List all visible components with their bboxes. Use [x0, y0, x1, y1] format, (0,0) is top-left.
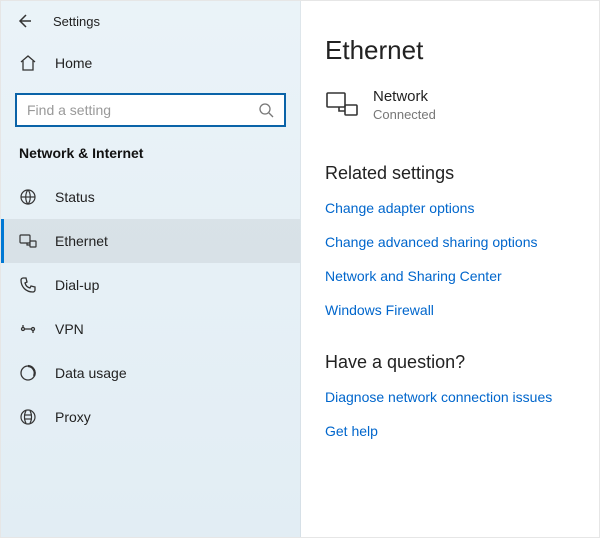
search-input[interactable]	[27, 102, 258, 118]
network-name: Network	[373, 88, 436, 107]
data-usage-icon	[19, 364, 37, 382]
sidebar-item-label: Dial-up	[55, 277, 99, 293]
category-header: Network & Internet	[1, 139, 300, 175]
link-diagnose[interactable]: Diagnose network connection issues	[325, 389, 575, 405]
link-change-adapter[interactable]: Change adapter options	[325, 200, 575, 216]
search-box[interactable]	[15, 93, 286, 127]
question-header: Have a question?	[325, 352, 575, 373]
sidebar-item-label: Status	[55, 189, 95, 205]
network-text: Network Connected	[373, 88, 436, 123]
link-firewall[interactable]: Windows Firewall	[325, 302, 575, 318]
sidebar-item-label: Home	[55, 55, 92, 71]
sidebar-item-ethernet[interactable]: Ethernet	[1, 219, 300, 263]
question-block: Have a question? Diagnose network connec…	[325, 352, 575, 439]
sidebar-item-dialup[interactable]: Dial-up	[1, 263, 300, 307]
sidebar-item-status[interactable]: Status	[1, 175, 300, 219]
settings-window: Settings Home Netwo	[0, 0, 600, 538]
sidebar-item-label: VPN	[55, 321, 84, 337]
network-item[interactable]: Network Connected	[325, 88, 575, 123]
sidebar-item-datausage[interactable]: Data usage	[1, 351, 300, 395]
link-change-sharing[interactable]: Change advanced sharing options	[325, 234, 575, 250]
app-title: Settings	[53, 14, 100, 29]
search-icon	[258, 102, 274, 118]
network-status: Connected	[373, 107, 436, 123]
vpn-icon	[19, 320, 37, 338]
page-title: Ethernet	[325, 35, 575, 66]
sidebar-item-label: Data usage	[55, 365, 127, 381]
titlebar: Settings	[1, 1, 300, 41]
back-icon[interactable]	[15, 12, 33, 30]
sidebar-item-proxy[interactable]: Proxy	[1, 395, 300, 439]
network-icon	[325, 91, 359, 121]
sidebar-item-home[interactable]: Home	[1, 41, 300, 85]
related-settings-header: Related settings	[325, 163, 575, 184]
sidebar-item-vpn[interactable]: VPN	[1, 307, 300, 351]
sidebar: Settings Home Netwo	[1, 1, 301, 537]
home-icon	[19, 54, 37, 72]
proxy-icon	[19, 408, 37, 426]
link-sharing-center[interactable]: Network and Sharing Center	[325, 268, 575, 284]
globe-icon	[19, 188, 37, 206]
sidebar-item-label: Proxy	[55, 409, 91, 425]
phone-icon	[19, 276, 37, 294]
content-pane: Ethernet Network Connected Related setti…	[301, 1, 599, 537]
search-wrap	[1, 85, 300, 139]
sidebar-item-label: Ethernet	[55, 233, 108, 249]
link-get-help[interactable]: Get help	[325, 423, 575, 439]
ethernet-icon	[19, 232, 37, 250]
